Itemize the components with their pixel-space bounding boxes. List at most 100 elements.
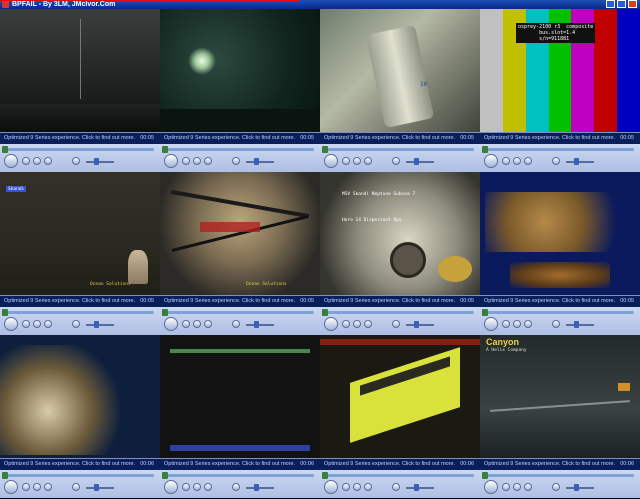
play-pause-icon[interactable]: [484, 317, 498, 331]
video-player-7[interactable]: MSV Skandi Neptune Subsea 7 Hero 14 Disp…: [320, 172, 480, 335]
seek-thumb[interactable]: [482, 309, 488, 316]
seek-thumb[interactable]: [2, 472, 8, 479]
volume-slider[interactable]: [406, 158, 434, 165]
play-pause-icon[interactable]: [484, 154, 498, 168]
volume-slider[interactable]: [246, 321, 274, 328]
mute-icon[interactable]: [392, 483, 400, 491]
mute-icon[interactable]: [552, 320, 560, 328]
mute-icon[interactable]: [552, 157, 560, 165]
video-player-5[interactable]: Skandi Ocean Solutions Optimized 9 Serie…: [0, 172, 160, 335]
seek-bar[interactable]: [322, 472, 474, 479]
volume-slider[interactable]: [246, 484, 274, 491]
seek-thumb[interactable]: [482, 146, 488, 153]
stop-icon[interactable]: [22, 157, 30, 165]
video-feed[interactable]: [0, 9, 160, 132]
stop-icon[interactable]: [502, 320, 510, 328]
video-feed[interactable]: [320, 335, 480, 458]
next-icon[interactable]: [364, 157, 372, 165]
stop-icon[interactable]: [182, 157, 190, 165]
info-message[interactable]: Optimized 9 Series experience. Click to …: [164, 133, 295, 144]
seek-bar[interactable]: [322, 146, 474, 153]
stop-icon[interactable]: [342, 320, 350, 328]
seek-thumb[interactable]: [482, 472, 488, 479]
video-player-4[interactable]: osprey-2100 r3 composite bus.slot=1.4 s/…: [480, 9, 640, 172]
video-player-9[interactable]: Optimized 9 Series experience. Click to …: [0, 335, 160, 498]
volume-slider[interactable]: [86, 484, 114, 491]
info-bar[interactable]: Optimized 9 Series experience. Click to …: [160, 296, 320, 307]
previous-icon[interactable]: [353, 157, 361, 165]
play-pause-icon[interactable]: [4, 154, 18, 168]
mute-icon[interactable]: [232, 157, 240, 165]
video-feed[interactable]: Canyon A Helix Company: [480, 335, 640, 458]
previous-icon[interactable]: [513, 320, 521, 328]
previous-icon[interactable]: [33, 320, 41, 328]
play-pause-icon[interactable]: [164, 154, 178, 168]
video-player-2[interactable]: Optimized 9 Series experience. Click to …: [160, 9, 320, 172]
seek-thumb[interactable]: [2, 309, 8, 316]
info-bar[interactable]: Optimized 9 Series experience. Click to …: [320, 133, 480, 144]
seek-thumb[interactable]: [322, 146, 328, 153]
play-pause-icon[interactable]: [164, 317, 178, 331]
info-bar[interactable]: Optimized 9 Series experience. Click to …: [0, 296, 160, 307]
play-pause-icon[interactable]: [4, 480, 18, 494]
video-feed[interactable]: MSV Skandi Neptune Subsea 7 Hero 14 Disp…: [320, 172, 480, 295]
previous-icon[interactable]: [33, 483, 41, 491]
volume-slider[interactable]: [566, 158, 594, 165]
info-message[interactable]: Optimized 9 Series experience. Click to …: [484, 459, 615, 470]
info-bar[interactable]: Optimized 9 Series experience. Click to …: [320, 296, 480, 307]
video-player-6[interactable]: Ocean Solutions Optimized 9 Series exper…: [160, 172, 320, 335]
seek-thumb[interactable]: [322, 309, 328, 316]
mute-icon[interactable]: [232, 320, 240, 328]
stop-icon[interactable]: [22, 320, 30, 328]
seek-bar[interactable]: [482, 309, 634, 316]
next-icon[interactable]: [204, 483, 212, 491]
video-player-11[interactable]: Optimized 9 Series experience. Click to …: [320, 335, 480, 498]
video-feed[interactable]: [160, 335, 320, 458]
mute-icon[interactable]: [392, 157, 400, 165]
play-pause-icon[interactable]: [324, 154, 338, 168]
info-bar[interactable]: Optimized 9 Series experience. Click to …: [480, 459, 640, 470]
next-icon[interactable]: [524, 157, 532, 165]
info-message[interactable]: Optimized 9 Series experience. Click to …: [164, 459, 295, 470]
volume-thumb[interactable]: [94, 484, 99, 491]
next-icon[interactable]: [44, 157, 52, 165]
video-feed[interactable]: Ocean Solutions: [160, 172, 320, 295]
video-feed[interactable]: [480, 172, 640, 295]
stop-icon[interactable]: [182, 483, 190, 491]
mute-icon[interactable]: [72, 483, 80, 491]
info-bar[interactable]: Optimized 9 Series experience. Click to …: [0, 459, 160, 470]
video-player-10[interactable]: Optimized 9 Series experience. Click to …: [160, 335, 320, 498]
info-message[interactable]: Optimized 9 Series experience. Click to …: [324, 459, 455, 470]
volume-thumb[interactable]: [254, 158, 259, 165]
volume-thumb[interactable]: [574, 321, 579, 328]
info-bar[interactable]: Optimized 9 Series experience. Click to …: [0, 133, 160, 144]
next-icon[interactable]: [204, 320, 212, 328]
seek-bar[interactable]: [322, 309, 474, 316]
info-bar[interactable]: Optimized 9 Series experience. Click to …: [480, 296, 640, 307]
info-message[interactable]: Optimized 9 Series experience. Click to …: [4, 133, 135, 144]
video-player-1[interactable]: Optimized 9 Series experience. Click to …: [0, 9, 160, 172]
play-pause-icon[interactable]: [164, 480, 178, 494]
volume-slider[interactable]: [406, 484, 434, 491]
volume-thumb[interactable]: [574, 158, 579, 165]
volume-slider[interactable]: [406, 321, 434, 328]
info-bar[interactable]: Optimized 9 Series experience. Click to …: [480, 133, 640, 144]
info-bar[interactable]: Optimized 9 Series experience. Click to …: [160, 459, 320, 470]
stop-icon[interactable]: [502, 157, 510, 165]
seek-bar[interactable]: [162, 146, 314, 153]
volume-slider[interactable]: [566, 484, 594, 491]
stop-icon[interactable]: [22, 483, 30, 491]
previous-icon[interactable]: [353, 483, 361, 491]
play-pause-icon[interactable]: [484, 480, 498, 494]
next-icon[interactable]: [524, 483, 532, 491]
video-feed[interactable]: Skandi Ocean Solutions: [0, 172, 160, 295]
maximize-icon[interactable]: [617, 0, 626, 8]
volume-thumb[interactable]: [574, 484, 579, 491]
stop-icon[interactable]: [342, 157, 350, 165]
video-player-8[interactable]: Optimized 9 Series experience. Click to …: [480, 172, 640, 335]
seek-bar[interactable]: [482, 146, 634, 153]
info-message[interactable]: Optimized 9 Series experience. Click to …: [164, 296, 295, 307]
seek-thumb[interactable]: [162, 146, 168, 153]
seek-bar[interactable]: [2, 472, 154, 479]
volume-thumb[interactable]: [94, 321, 99, 328]
